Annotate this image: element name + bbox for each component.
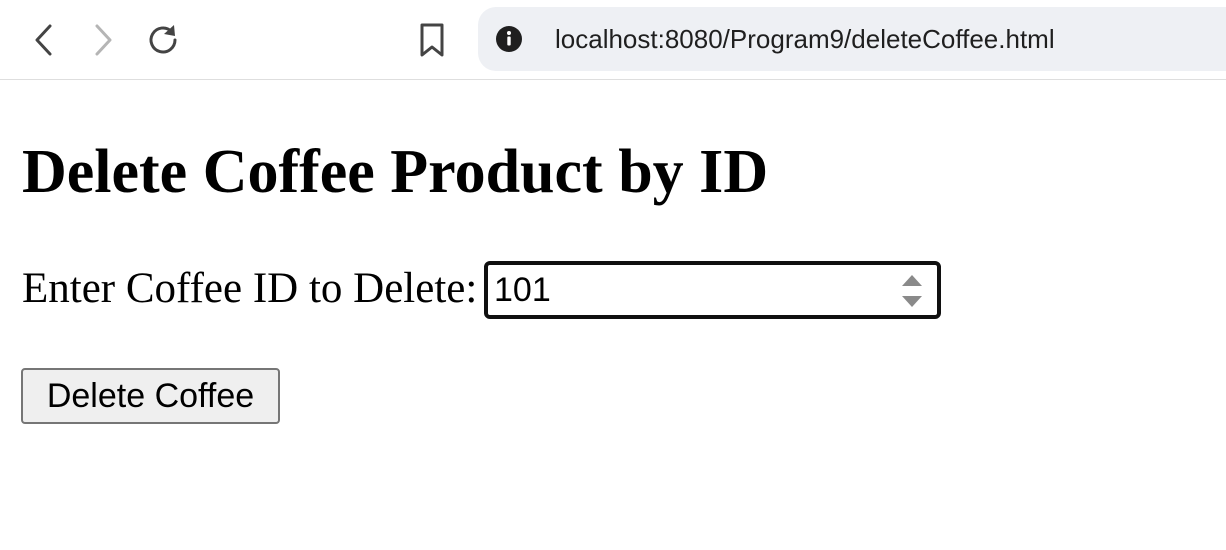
reload-icon [145,22,181,58]
back-button[interactable] [18,14,70,66]
delete-coffee-button[interactable]: Delete Coffee [21,368,280,424]
number-spinner[interactable] [899,273,925,309]
bookmark-button[interactable] [406,14,458,66]
coffee-id-field[interactable] [484,261,941,319]
reload-button[interactable] [137,14,189,66]
forward-arrow-icon [91,23,115,57]
forward-button[interactable] [77,14,129,66]
spin-up-icon[interactable] [899,273,925,289]
info-icon[interactable] [495,25,523,53]
page-content: Delete Coffee Product by ID Enter Coffee… [0,81,1226,550]
bookmark-icon [418,22,446,58]
coffee-id-label: Enter Coffee ID to Delete: [22,265,478,312]
back-arrow-icon [32,23,56,57]
browser-toolbar: localhost:8080/Program9/deleteCoffee.htm… [0,0,1226,80]
page-title: Delete Coffee Product by ID [22,138,769,206]
url-text[interactable]: localhost:8080/Program9/deleteCoffee.htm… [555,24,1055,54]
spin-down-icon[interactable] [899,293,925,309]
coffee-id-input[interactable] [494,269,874,311]
address-bar[interactable]: localhost:8080/Program9/deleteCoffee.htm… [478,7,1226,71]
